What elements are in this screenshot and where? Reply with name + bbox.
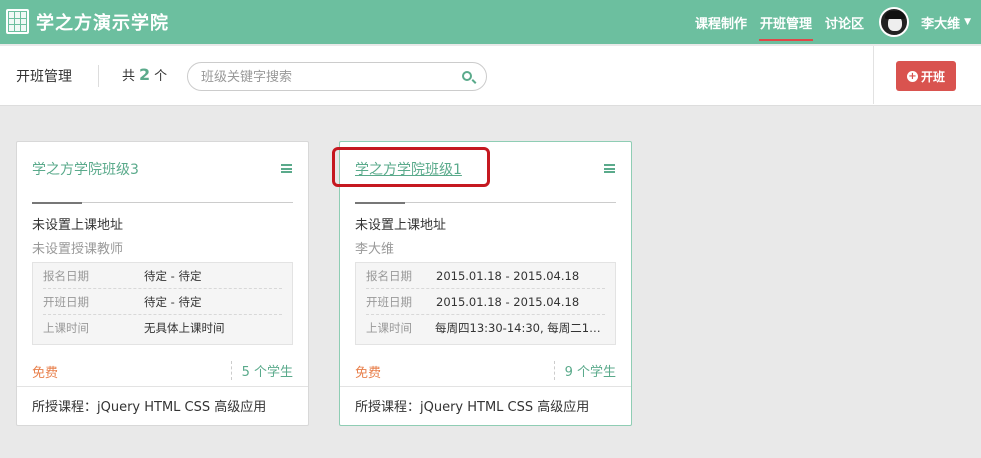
count-number: 2: [139, 65, 151, 84]
open-class-button[interactable]: + 开班: [896, 61, 956, 91]
class-price: 免费: [355, 366, 382, 381]
info-key: 开班日期: [366, 294, 412, 309]
divider: [17, 386, 308, 387]
count-prefix: 共: [122, 69, 136, 84]
plus-circle-icon: +: [906, 70, 918, 82]
info-value: 每周四13:30-14:30, 每周二13...: [435, 321, 605, 335]
class-course: 所授课程：jQuery HTML CSS 高级应用: [355, 400, 590, 415]
info-value: 待定 - 待定: [144, 268, 202, 283]
nav-class-management[interactable]: 开班管理: [759, 9, 814, 41]
info-row-enroll-date: 报名日期 2015.01.18 - 2015.04.18: [366, 263, 605, 289]
class-count: 共2个: [122, 65, 167, 84]
top-navbar: 学之方演示学院 课程制作 开班管理 讨论区 李大维 ▼: [0, 0, 981, 44]
page-toolbar: 开班管理 共2个 + 开班: [0, 46, 981, 106]
search-box: [187, 62, 487, 91]
class-address: 未设置上课地址: [32, 218, 124, 233]
student-count-link[interactable]: 9 个学生: [553, 361, 616, 380]
class-address: 未设置上课地址: [355, 218, 447, 233]
top-nav: 课程制作 开班管理 讨论区 李大维 ▼: [695, 0, 981, 44]
class-name-link[interactable]: 学之方学院班级3: [32, 159, 139, 179]
info-value: 无具体上课时间: [144, 321, 225, 335]
class-card[interactable]: 学之方学院班级1 未设置上课地址 李大维 报名日期 2015.01.18 - 2…: [339, 141, 632, 426]
menu-icon[interactable]: [281, 164, 292, 173]
class-card[interactable]: 学之方学院班级3 未设置上课地址 未设置授课教师 报名日期 待定 - 待定 开班…: [16, 141, 309, 426]
menu-icon[interactable]: [604, 164, 615, 173]
class-price: 免费: [32, 366, 59, 381]
class-name-link[interactable]: 学之方学院班级1: [355, 159, 462, 179]
divider-accent: [32, 202, 82, 204]
search-icon[interactable]: [462, 71, 472, 81]
class-teacher: 李大维: [355, 242, 395, 257]
brand-title[interactable]: 学之方演示学院: [36, 9, 169, 35]
info-key: 上课时间: [43, 321, 89, 335]
info-row-start-date: 开班日期 待定 - 待定: [43, 289, 282, 315]
open-class-label: 开班: [920, 69, 945, 84]
search-input[interactable]: [201, 68, 451, 86]
info-key: 报名日期: [366, 268, 412, 283]
info-row-class-time: 上课时间 每周四13:30-14:30, 每周二13...: [366, 315, 605, 341]
info-key: 开班日期: [43, 294, 89, 309]
class-teacher: 未设置授课教师: [32, 242, 124, 257]
nav-discussion[interactable]: 讨论区: [825, 9, 864, 36]
divider-accent: [355, 202, 405, 204]
class-info-box: 报名日期 2015.01.18 - 2015.04.18 开班日期 2015.0…: [355, 262, 616, 345]
caret-down-icon[interactable]: ▼: [964, 17, 971, 27]
nav-course-production[interactable]: 课程制作: [695, 9, 747, 36]
class-info-box: 报名日期 待定 - 待定 开班日期 待定 - 待定 上课时间 无具体上课时间: [32, 262, 293, 345]
student-count-link[interactable]: 5 个学生: [230, 361, 293, 380]
info-key: 报名日期: [43, 268, 89, 283]
info-value: 2015.01.18 - 2015.04.18: [436, 294, 580, 309]
divider: [98, 65, 99, 87]
user-name[interactable]: 李大维: [921, 13, 960, 32]
edu-logo-icon[interactable]: [6, 9, 29, 34]
divider: [873, 46, 874, 104]
page-title: 开班管理: [16, 69, 72, 85]
info-value: 2015.01.18 - 2015.04.18: [436, 268, 580, 283]
info-row-enroll-date: 报名日期 待定 - 待定: [43, 263, 282, 289]
class-course: 所授课程：jQuery HTML CSS 高级应用: [32, 400, 267, 415]
user-avatar[interactable]: [879, 7, 910, 37]
divider: [340, 386, 631, 387]
info-row-start-date: 开班日期 2015.01.18 - 2015.04.18: [366, 289, 605, 315]
info-value: 待定 - 待定: [144, 294, 202, 309]
info-row-class-time: 上课时间 无具体上课时间: [43, 315, 282, 341]
info-key: 上课时间: [366, 321, 412, 335]
count-suffix: 个: [154, 69, 168, 84]
